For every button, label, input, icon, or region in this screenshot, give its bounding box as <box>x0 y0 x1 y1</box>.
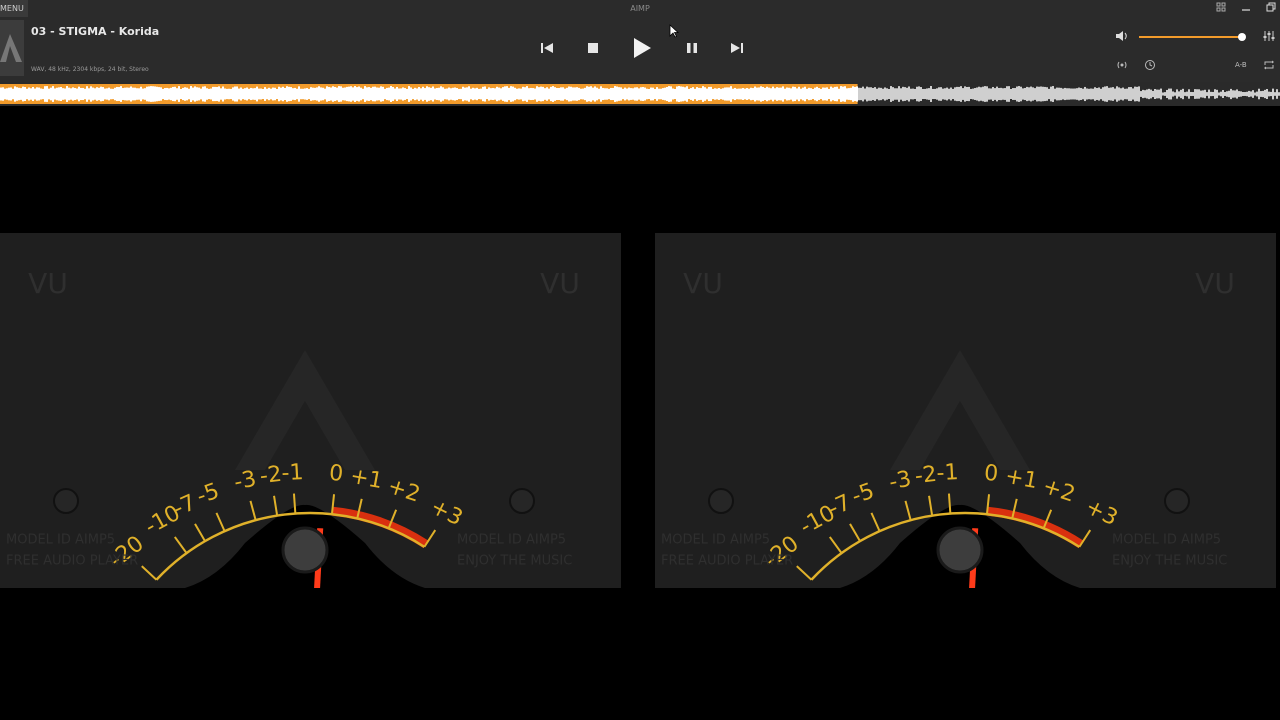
screw-icon <box>1164 488 1190 514</box>
screw-icon <box>509 488 535 514</box>
equalizer-button[interactable] <box>1263 30 1275 45</box>
repeat-icon <box>1264 60 1274 70</box>
repeat-button[interactable] <box>1263 59 1275 74</box>
stop-button[interactable] <box>583 36 603 60</box>
radio-button[interactable] <box>1116 59 1128 74</box>
broadcast-icon <box>1117 61 1127 69</box>
vu-footer-text: MODEL ID AIMP5 <box>1112 533 1221 548</box>
ab-repeat-button[interactable]: A-B <box>1235 61 1247 69</box>
track-title: 03 - STIGMA - Korida <box>31 25 160 38</box>
vu-scale-tick <box>292 493 297 514</box>
speaker-icon <box>1116 31 1127 41</box>
app-title: AIMP <box>630 4 650 13</box>
vu-footer-text: MODEL ID AIMP5 <box>457 533 566 548</box>
volume-button[interactable] <box>1115 30 1129 45</box>
restore-icon <box>1266 2 1276 12</box>
menu-button[interactable]: MENU <box>0 0 28 17</box>
vu-scale-label: 0 <box>328 461 344 487</box>
vu-footer-text: MODEL ID AIMP5 <box>6 533 115 548</box>
vu-scale-label: -1 <box>936 460 959 486</box>
mini-mode-button[interactable] <box>1211 2 1231 16</box>
play-button[interactable] <box>630 33 654 63</box>
next-icon <box>731 43 743 53</box>
vu-label: VU <box>1195 267 1235 300</box>
stop-icon <box>588 43 598 53</box>
previous-icon <box>541 43 553 53</box>
waveform-seekbar[interactable] <box>0 82 1280 106</box>
vu-scale-label: -1 <box>281 460 304 486</box>
vu-footer-text: MODEL ID AIMP5 <box>661 533 770 548</box>
waveform-graphic <box>0 84 1280 104</box>
pause-icon <box>687 43 697 53</box>
vu-meter-left-face: -20-10-7-5 -3 -2-1 0 +1 +2+3VU VUMODEL ID AIMP… <box>0 233 621 709</box>
minimize-icon <box>1242 9 1250 11</box>
album-art[interactable] <box>0 20 24 76</box>
vu-footer-text: FREE AUDIO PLAYER <box>661 554 793 569</box>
vu-scale-label: 0 <box>983 461 999 487</box>
grid-icon <box>1216 2 1226 12</box>
restore-button[interactable] <box>1261 2 1280 16</box>
vu-meter-right-face: -20-10-7-5 -3 -2-1 0 +1 +2+3VU VUMODEL ID AIMP… <box>655 233 1276 709</box>
vu-footer-text: ENJOY THE MUSIC <box>457 554 572 569</box>
volume-slider[interactable] <box>1139 36 1244 38</box>
next-button[interactable] <box>727 36 747 60</box>
vu-label: VU <box>28 267 68 300</box>
needle-pivot-cap <box>936 526 984 574</box>
pause-button[interactable] <box>682 36 702 60</box>
previous-button[interactable] <box>537 36 557 60</box>
needle-pivot-cap <box>281 526 329 574</box>
equalizer-icon <box>1263 31 1275 41</box>
sleep-timer-button[interactable] <box>1144 59 1156 74</box>
minimize-button[interactable] <box>1236 2 1256 16</box>
clock-icon <box>1145 60 1155 70</box>
player-topbar: MENU AIMP 03 - STIGMA - Korida WAV, 48 k… <box>0 0 1280 82</box>
vu-meter-left: -20 -10 -7 -5 -3 -2 -1 0 +1 +2 +3 VU VU MODEL ID AIMP… <box>0 233 621 709</box>
screw-icon <box>708 488 734 514</box>
vu-label: VU <box>540 267 580 300</box>
vu-label: VU <box>683 267 723 300</box>
aimp-logo-icon <box>0 34 22 62</box>
vu-footer-text: ENJOY THE MUSIC <box>1112 554 1227 569</box>
mouse-cursor-icon <box>669 24 679 38</box>
volume-slider-handle[interactable] <box>1237 33 1246 41</box>
play-icon <box>634 38 651 58</box>
vu-scale-tick <box>947 493 952 514</box>
track-format-info: WAV, 48 kHz, 2304 kbps, 24 bit, Stereo <box>31 66 149 73</box>
vu-meter-right: -20 -10 -7 -5 -3 -2 -1 0 +1 +2 +3 VU VU MODEL ID AIMP… <box>655 233 1276 709</box>
vu-footer-text: FREE AUDIO PLAYER <box>6 554 138 569</box>
screw-icon <box>53 488 79 514</box>
